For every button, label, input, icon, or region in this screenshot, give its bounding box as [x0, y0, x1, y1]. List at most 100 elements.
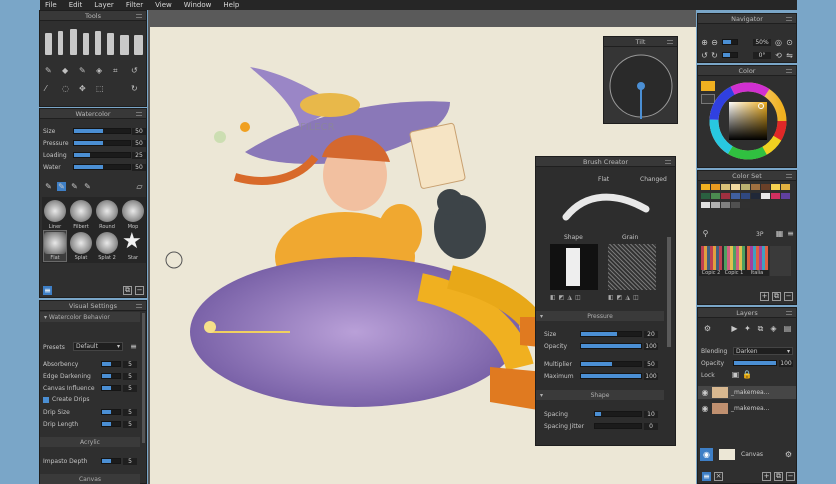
multiplier-slider[interactable]: [580, 361, 642, 367]
color-wheel[interactable]: [707, 80, 789, 162]
bc-size-value[interactable]: 20: [644, 331, 658, 338]
canvas-influence-value[interactable]: 5: [123, 385, 137, 392]
absorbency-slider[interactable]: [101, 361, 121, 367]
panel-menu-icon[interactable]: [786, 174, 792, 178]
duplicate-icon[interactable]: ⧉: [123, 286, 132, 295]
canvas-header[interactable]: Canvas: [40, 474, 140, 484]
eye-icon[interactable]: ◉: [698, 388, 712, 397]
spacing-jitter-value[interactable]: 0: [644, 423, 658, 430]
create-drips-checkbox[interactable]: [43, 397, 49, 403]
panel-menu-icon[interactable]: [136, 304, 142, 308]
panel-menu-icon[interactable]: [136, 112, 142, 116]
eye-icon[interactable]: ◉: [700, 447, 713, 461]
menu-view[interactable]: View: [155, 1, 172, 9]
add-icon[interactable]: +: [760, 292, 769, 301]
rotate-right-icon[interactable]: ↻: [710, 51, 719, 60]
layer-row[interactable]: ◉ _makemea...: [698, 402, 796, 415]
maximum-value[interactable]: 100: [644, 373, 658, 380]
panel-menu-icon[interactable]: [667, 40, 673, 44]
panel-menu-icon[interactable]: [786, 69, 792, 73]
zoom-actual-icon[interactable]: ⊙: [785, 38, 794, 47]
duplicate-layer-icon[interactable]: ⧉: [774, 472, 783, 481]
eraser-icon[interactable]: ▱: [135, 182, 144, 191]
zoom-slider[interactable]: [722, 39, 738, 45]
panel-menu-icon[interactable]: [136, 14, 142, 18]
scrollbar[interactable]: [667, 237, 671, 347]
smudge-tool-icon[interactable]: ✎: [79, 66, 86, 75]
drip-length-slider[interactable]: [101, 421, 121, 427]
airbrush-tool-icon[interactable]: [95, 31, 101, 55]
pressure-slider[interactable]: [73, 140, 131, 146]
brush-star-icon[interactable]: ★: [122, 230, 142, 254]
minus-icon[interactable]: −: [784, 292, 793, 301]
reset-rotation-icon[interactable]: ⟲: [774, 51, 783, 60]
multiplier-value[interactable]: 50: [644, 361, 658, 368]
rotation-value[interactable]: 0°: [753, 52, 771, 59]
impasto-depth-slider[interactable]: [101, 458, 121, 464]
select-tool-icon[interactable]: ⬚: [96, 84, 104, 93]
zoom-fit-icon[interactable]: ◎: [774, 38, 783, 47]
watercolor-behavior-header[interactable]: ▾ Watercolor Behavior: [40, 312, 140, 322]
rotate-tool-icon[interactable]: ↺: [131, 66, 138, 75]
size-value[interactable]: 50: [132, 128, 146, 135]
water-value[interactable]: 50: [132, 164, 146, 171]
brush-mop[interactable]: [122, 200, 144, 222]
presets-dropdown[interactable]: Default ▾: [73, 342, 123, 351]
lock-alpha-icon[interactable]: ▣: [731, 370, 740, 379]
zoom-in-icon[interactable]: ⊕: [700, 38, 709, 47]
rotation-slider[interactable]: [722, 52, 738, 58]
edge-darkening-slider[interactable]: [101, 373, 121, 379]
redo-tool-icon[interactable]: ↻: [131, 84, 138, 93]
impasto-depth-value[interactable]: 5: [123, 458, 137, 465]
drip-length-value[interactable]: 5: [123, 421, 137, 428]
layer-fill-icon[interactable]: ◈: [769, 324, 778, 333]
canvas-layer-row[interactable]: ◉ Canvas ⚙: [698, 446, 796, 462]
bc-opacity-slider[interactable]: [580, 343, 642, 349]
color-set-thumb-empty[interactable]: [770, 246, 791, 276]
panel-menu-icon[interactable]: [665, 160, 671, 164]
eyedropper-tool-icon[interactable]: ✎: [45, 66, 52, 75]
canvas-influence-slider[interactable]: [101, 385, 121, 391]
size-slider[interactable]: [73, 128, 131, 134]
layer-settings-icon[interactable]: ⚙: [703, 324, 712, 333]
ink-tool-icon[interactable]: [107, 33, 114, 55]
layer-list-icon[interactable]: ≡: [702, 472, 711, 481]
crayon-tool-icon[interactable]: [120, 35, 129, 55]
menu-window[interactable]: Window: [184, 1, 212, 9]
brush-variant-selected-icon[interactable]: ✎: [57, 182, 66, 191]
eye-icon[interactable]: ◉: [698, 404, 712, 413]
lasso-tool-icon[interactable]: ◌: [62, 84, 69, 93]
menu-edit[interactable]: Edit: [69, 1, 83, 9]
minus-icon[interactable]: −: [135, 286, 144, 295]
bc-opacity-value[interactable]: 100: [644, 343, 658, 350]
layer-effects-icon[interactable]: ✦: [743, 324, 752, 333]
lock-icon[interactable]: 🔒: [742, 370, 752, 379]
canvas-settings-icon[interactable]: ⚙: [785, 450, 792, 459]
pressure-value[interactable]: 50: [132, 140, 146, 147]
fill-tool-icon[interactable]: ◆: [62, 66, 69, 75]
brush-variant-icon[interactable]: ✎: [44, 182, 53, 191]
pen-tool-icon[interactable]: [83, 33, 89, 55]
blending-dropdown[interactable]: Darken ▾: [733, 347, 793, 355]
pressure-section-header[interactable]: ▾ Pressure: [536, 311, 664, 321]
oil-tool-icon[interactable]: [134, 35, 143, 55]
drip-size-slider[interactable]: [101, 409, 121, 415]
absorbency-value[interactable]: 5: [123, 361, 137, 368]
panel-menu-icon[interactable]: [786, 17, 792, 21]
acrylic-header[interactable]: Acrylic: [40, 437, 140, 447]
play-icon[interactable]: ▶: [730, 324, 739, 333]
grain-controls-icon[interactable]: ◧◩◮◫: [608, 294, 642, 301]
brush-splat-2[interactable]: [96, 232, 118, 254]
shape-section-header[interactable]: ▾ Shape: [536, 390, 664, 400]
delete-layer-icon[interactable]: ×: [714, 472, 723, 481]
grain-preview[interactable]: [608, 244, 656, 290]
move-tool-icon[interactable]: ✥: [79, 84, 86, 93]
menu-layer[interactable]: Layer: [94, 1, 114, 9]
rotate-left-icon[interactable]: ↺: [700, 51, 709, 60]
loading-value[interactable]: 25: [132, 152, 146, 159]
grid-view-icon[interactable]: ▦: [775, 229, 784, 238]
spacing-value[interactable]: 10: [644, 411, 658, 418]
brush-round[interactable]: [96, 200, 118, 222]
brush-variant-icon[interactable]: ✎: [83, 182, 92, 191]
spacing-slider[interactable]: [594, 411, 642, 417]
